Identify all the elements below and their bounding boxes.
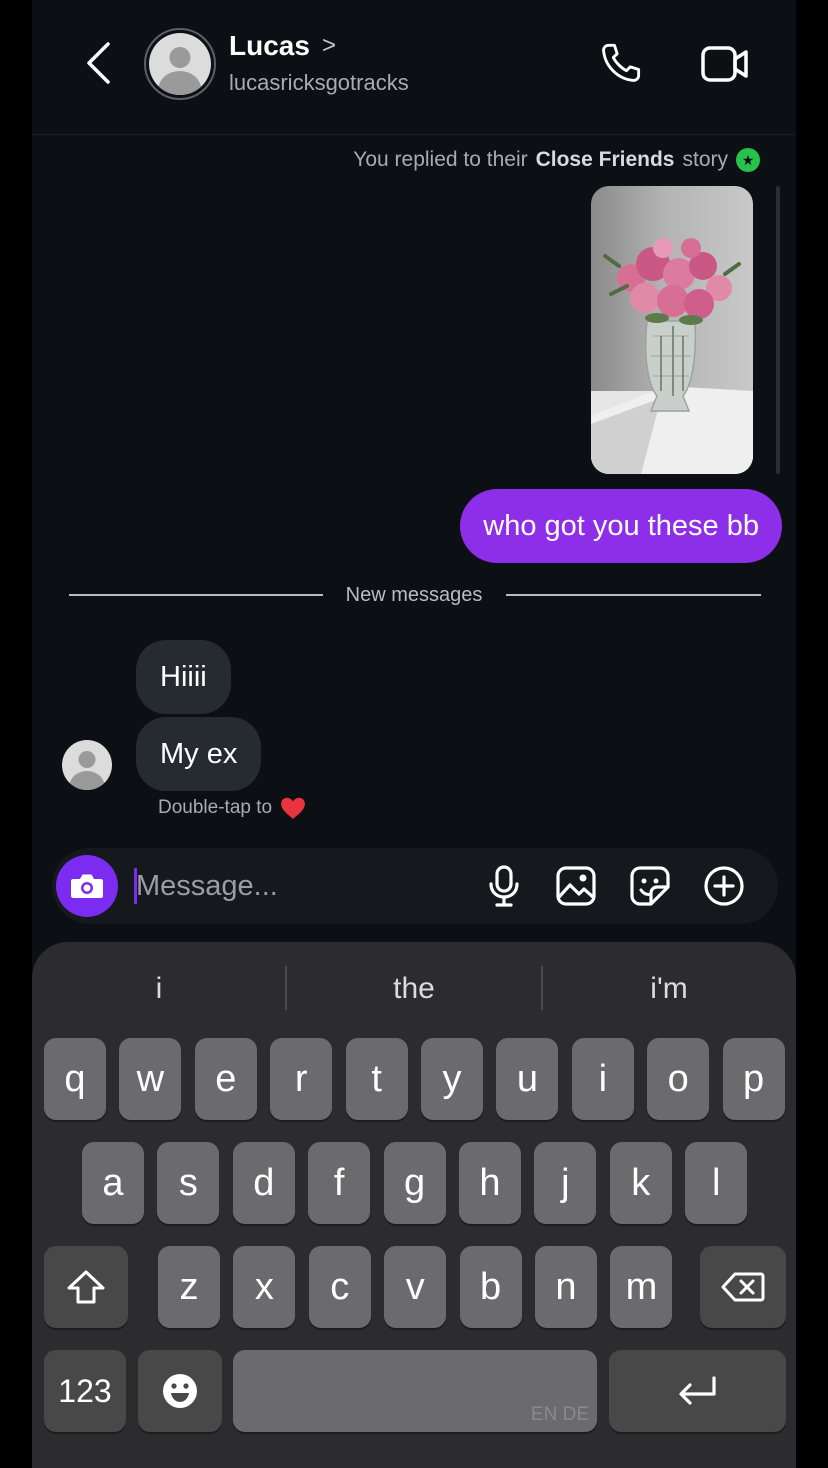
numbers-key[interactable]: 123 bbox=[44, 1350, 126, 1432]
sender-avatar[interactable] bbox=[62, 740, 112, 790]
key-m[interactable]: m bbox=[610, 1246, 673, 1328]
camera-icon bbox=[71, 874, 103, 898]
avatar bbox=[149, 33, 211, 95]
double-tap-label: Double-tap to bbox=[158, 797, 273, 818]
gallery-button[interactable] bbox=[554, 864, 598, 908]
key-t[interactable]: t bbox=[345, 1038, 408, 1120]
microphone-icon bbox=[489, 865, 519, 907]
shift-key[interactable] bbox=[44, 1246, 128, 1328]
key-x[interactable]: x bbox=[233, 1246, 296, 1328]
contact-username: lucasricksgotracks bbox=[229, 70, 409, 95]
key-n[interactable]: n bbox=[535, 1246, 597, 1328]
story-reply-note: You replied to their Close Friends story… bbox=[353, 148, 760, 172]
shift-icon bbox=[67, 1270, 105, 1304]
chat-header: Lucas > lucasricksgotracks bbox=[32, 0, 796, 135]
key-v[interactable]: v bbox=[384, 1246, 447, 1328]
received-message-bubble[interactable]: My ex bbox=[136, 717, 262, 791]
space-key[interactable]: EN DE bbox=[233, 1350, 597, 1432]
divider-line-right bbox=[506, 594, 761, 596]
chat-screen: Lucas > lucasricksgotracks You replied t… bbox=[32, 0, 796, 1468]
suggestion-item[interactable]: i'm bbox=[542, 962, 796, 1016]
chevron-left-icon bbox=[87, 42, 110, 84]
backspace-key[interactable] bbox=[700, 1246, 786, 1328]
emoji-key[interactable] bbox=[138, 1350, 222, 1432]
key-a[interactable]: a bbox=[82, 1142, 144, 1224]
key-q[interactable]: q bbox=[44, 1038, 106, 1120]
received-message-bubble[interactable]: Hiiii bbox=[136, 640, 231, 714]
video-call-button[interactable] bbox=[700, 42, 750, 86]
video-camera-icon bbox=[701, 46, 748, 82]
return-key[interactable] bbox=[609, 1350, 786, 1432]
key-z[interactable]: z bbox=[158, 1246, 220, 1328]
story-progress-bar bbox=[776, 186, 780, 474]
sent-message-bubble[interactable]: who got you these bb bbox=[460, 489, 782, 563]
contact-name: Lucas bbox=[229, 30, 310, 61]
star-icon: ★ bbox=[736, 148, 760, 172]
key-j[interactable]: j bbox=[534, 1142, 597, 1224]
return-icon bbox=[678, 1376, 716, 1405]
key-y[interactable]: y bbox=[421, 1038, 483, 1120]
contact-name-link[interactable]: Lucas > bbox=[229, 30, 336, 62]
key-h[interactable]: h bbox=[459, 1142, 521, 1224]
story-reply-prefix: You replied to their bbox=[353, 148, 528, 171]
key-u[interactable]: u bbox=[496, 1038, 559, 1120]
key-p[interactable]: p bbox=[722, 1038, 785, 1120]
backspace-icon bbox=[721, 1272, 765, 1302]
back-button[interactable] bbox=[78, 38, 118, 88]
message-composer bbox=[52, 848, 778, 924]
key-r[interactable]: r bbox=[270, 1038, 333, 1120]
message-input[interactable] bbox=[136, 864, 466, 908]
heart-icon bbox=[281, 797, 305, 819]
voice-message-button[interactable] bbox=[482, 864, 526, 908]
suggestion-item[interactable]: the bbox=[287, 962, 541, 1016]
key-k[interactable]: k bbox=[609, 1142, 672, 1224]
key-o[interactable]: o bbox=[647, 1038, 710, 1120]
image-icon bbox=[556, 866, 596, 906]
plus-circle-icon bbox=[704, 866, 744, 906]
key-s[interactable]: s bbox=[157, 1142, 220, 1224]
flower-vase-image bbox=[591, 238, 753, 474]
chevron-right-icon: > bbox=[321, 32, 336, 59]
story-reply-suffix: story bbox=[682, 148, 728, 171]
key-e[interactable]: e bbox=[194, 1038, 257, 1120]
camera-button[interactable] bbox=[56, 855, 118, 917]
add-button[interactable] bbox=[702, 864, 746, 908]
voice-call-button[interactable] bbox=[598, 40, 644, 86]
story-thumbnail[interactable] bbox=[591, 186, 753, 474]
phone-icon bbox=[602, 43, 641, 82]
story-reply-highlight: Close Friends bbox=[535, 148, 675, 171]
key-i[interactable]: i bbox=[571, 1038, 634, 1120]
sticker-icon bbox=[630, 866, 670, 906]
avatar bbox=[62, 740, 112, 790]
suggestion-item[interactable]: i bbox=[32, 962, 286, 1016]
language-label: EN DE bbox=[530, 1404, 589, 1425]
key-w[interactable]: w bbox=[119, 1038, 182, 1120]
key-g[interactable]: g bbox=[383, 1142, 446, 1224]
key-l[interactable]: l bbox=[685, 1142, 748, 1224]
key-c[interactable]: c bbox=[308, 1246, 371, 1328]
sticker-button[interactable] bbox=[628, 864, 672, 908]
key-f[interactable]: f bbox=[308, 1142, 371, 1224]
key-b[interactable]: b bbox=[459, 1246, 522, 1328]
contact-avatar[interactable] bbox=[144, 28, 216, 100]
double-tap-hint: Double-tap to bbox=[158, 796, 306, 820]
emoji-icon bbox=[163, 1374, 197, 1408]
key-d[interactable]: d bbox=[232, 1142, 295, 1224]
keyboard: i the i'm qwertyuiop asdfghjkl zxcvbnm 1… bbox=[32, 942, 796, 1468]
